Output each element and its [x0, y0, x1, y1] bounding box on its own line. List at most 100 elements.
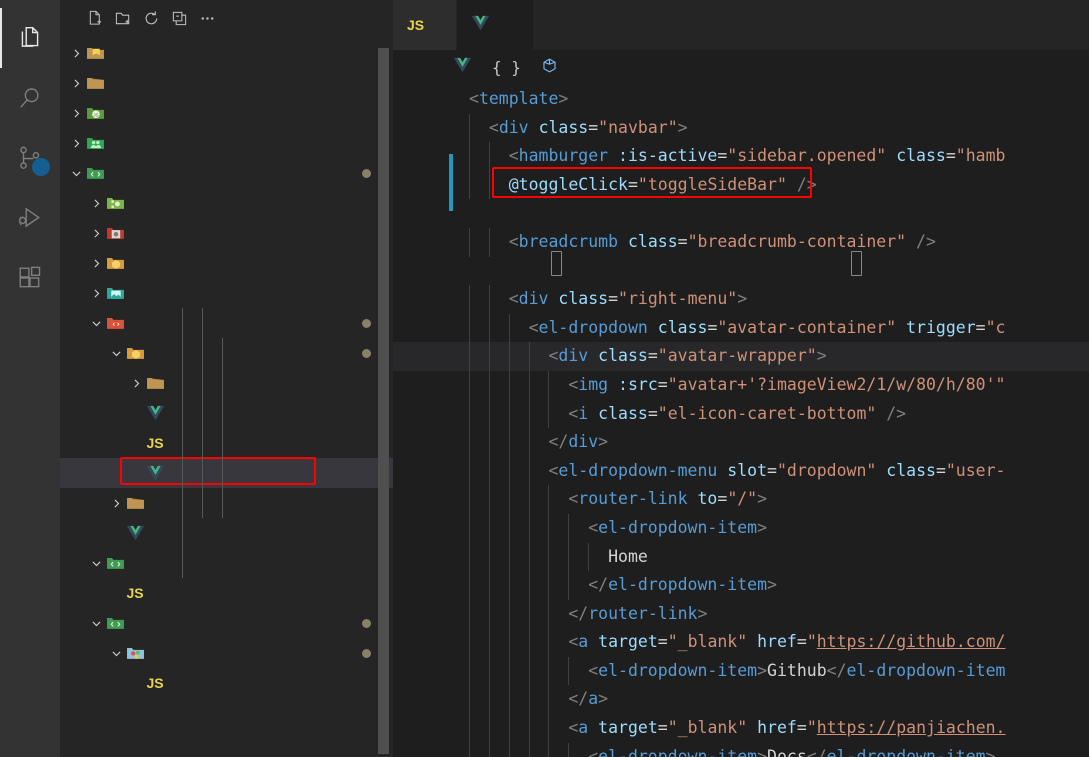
tree-item-index-vue[interactable] [60, 518, 393, 548]
activity-item-source-control[interactable] [0, 128, 60, 188]
gutter-change-marker [449, 154, 453, 211]
chevron-right-icon[interactable] [68, 75, 84, 91]
tree-item-components[interactable] [60, 338, 393, 368]
indent-guide [469, 628, 470, 657]
tree-item-node-modules[interactable]: JS [60, 98, 393, 128]
tree-item-assets[interactable] [60, 218, 393, 248]
explorer-actions [82, 5, 220, 31]
code-line: <el-dropdown-item> [393, 513, 1089, 543]
breadcrumb[interactable]: { } [393, 50, 1089, 85]
ellipsis-icon[interactable] [194, 5, 220, 31]
tree-item-index-js[interactable]: JS [60, 578, 393, 608]
breadcrumb-item[interactable] [453, 57, 478, 78]
code-line: <breadcrumb class="breadcrumb-container"… [393, 227, 1089, 257]
line-number [393, 85, 445, 114]
chevron-right-icon[interactable] [88, 285, 104, 301]
vue-icon [471, 15, 490, 36]
code-line-text: <el-dropdown class="avatar-container" tr… [469, 317, 1006, 337]
chevron-right-icon[interactable] [88, 225, 104, 241]
file-tree[interactable]: JS JS JS JS [60, 36, 393, 757]
tree-item-mixin[interactable] [60, 488, 393, 518]
indent-guide [488, 742, 490, 757]
indent-guide [508, 513, 510, 543]
indent-guide [182, 308, 183, 578]
indent-guide [528, 485, 530, 514]
chevron-right-icon[interactable] [68, 135, 84, 151]
chevron-right-icon[interactable] [108, 495, 124, 511]
tree-item-layout[interactable] [60, 308, 393, 338]
activity-item-extensions[interactable] [0, 248, 60, 308]
indent-guide [508, 571, 510, 600]
indent-guide [528, 599, 530, 629]
run-debug-icon [19, 207, 40, 228]
indent-guide [508, 656, 510, 686]
tree-item-public[interactable] [60, 128, 393, 158]
search-icon [20, 88, 39, 108]
new-file-icon[interactable] [82, 5, 108, 31]
code-line-text: </el-dropdown-item> [469, 575, 777, 595]
tree-item-components[interactable] [60, 248, 393, 278]
breadcrumb-item[interactable]: { } [492, 58, 527, 77]
indent-guide [469, 485, 470, 514]
chevron-right-icon[interactable] [88, 255, 104, 271]
indent-guide [469, 599, 470, 629]
chevron-down-icon[interactable] [88, 315, 104, 331]
indent-guide [488, 227, 490, 257]
code-line: <el-dropdown-item>Github</el-dropdown-it… [393, 656, 1089, 686]
activity-item-run-and-debug[interactable] [0, 188, 60, 248]
collapse-all-icon[interactable] [166, 5, 192, 31]
refresh-icon[interactable] [138, 5, 164, 31]
indent-guide [469, 742, 470, 757]
chevron-down-icon[interactable] [88, 555, 104, 571]
tree-item-modules[interactable] [60, 638, 393, 668]
activity-item-explorer[interactable] [0, 8, 60, 68]
code-line-text: <div class="right-menu"> [469, 289, 748, 309]
folder-node: JS [84, 105, 106, 121]
indent-guide [488, 571, 490, 600]
tree-item-store[interactable] [60, 608, 393, 638]
line-number [393, 628, 445, 657]
sidebar-scrollbar[interactable] [378, 48, 389, 754]
indent-guide [488, 485, 490, 514]
tree-item-mock[interactable] [60, 68, 393, 98]
chevron-down-icon[interactable] [108, 645, 124, 661]
code-line: </el-dropdown-item> [393, 571, 1089, 600]
chevron-down-icon[interactable] [68, 165, 84, 181]
indent-guide [469, 142, 470, 171]
tree-item-api[interactable] [60, 188, 393, 218]
chevron-down-icon[interactable] [88, 615, 104, 631]
tree-item-app-js[interactable]: JS [60, 668, 393, 698]
line-number [393, 714, 445, 743]
tree-item-index-js[interactable]: JS [60, 428, 393, 458]
tree-item-icons[interactable] [60, 278, 393, 308]
indent-guide [528, 456, 530, 486]
indent-guide [548, 742, 550, 757]
line-number [393, 457, 445, 486]
tab-app-js[interactable]: JS [393, 0, 458, 50]
breadcrumb-item[interactable] [541, 57, 564, 79]
code-editor[interactable]: <template> <div class="navbar"> <hamburg… [393, 85, 1089, 757]
chevron-right-icon[interactable] [68, 105, 84, 121]
indent-guide [469, 370, 470, 400]
tree-item-navbar-vue[interactable] [60, 458, 393, 488]
explorer-sidebar: JS JS JS JS [60, 0, 393, 757]
new-folder-icon[interactable] [110, 5, 136, 31]
chevron-down-icon[interactable] [108, 345, 124, 361]
indent-guide [548, 485, 550, 514]
activity-item-search[interactable] [0, 68, 60, 128]
tree-item-build[interactable] [60, 38, 393, 68]
indent-guide [528, 342, 530, 371]
indent-guide [508, 370, 510, 400]
chevron-right-icon[interactable] [128, 375, 144, 391]
code-line [393, 199, 1089, 228]
tree-item-appmain-vue[interactable] [60, 398, 393, 428]
tree-item-router[interactable] [60, 548, 393, 578]
chevron-right-icon[interactable] [68, 45, 84, 61]
tab-navbar-vue[interactable] [457, 0, 535, 50]
indent-guide [528, 628, 530, 657]
tree-item-sidebar[interactable] [60, 368, 393, 398]
chevron-right-icon[interactable] [88, 195, 104, 211]
tree-item-src[interactable] [60, 158, 393, 188]
vue-icon [124, 525, 146, 541]
indent-guide [469, 714, 470, 743]
